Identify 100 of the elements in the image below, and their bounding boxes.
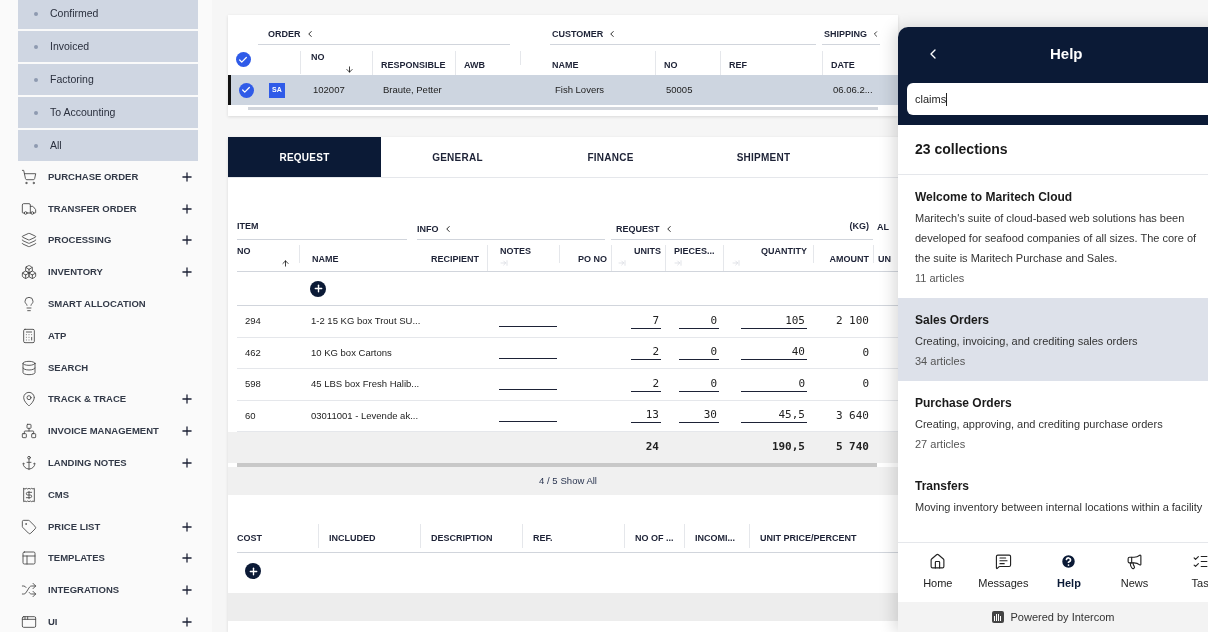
menu-item[interactable]: TEMPLATES xyxy=(48,551,105,566)
number-field[interactable]: 45,5 xyxy=(741,408,807,424)
home-icon xyxy=(929,553,947,571)
expand-icon[interactable] xyxy=(180,583,194,598)
collapse-icon[interactable] xyxy=(871,29,880,40)
nav-tab[interactable]: Tas xyxy=(1172,553,1208,592)
calculator-icon xyxy=(21,327,37,344)
header-text: DESCRIPTION xyxy=(431,533,493,543)
number-field[interactable]: 13 xyxy=(631,408,661,424)
table-cell-text: 5 740 xyxy=(834,439,870,456)
menu-item[interactable]: INVENTORY xyxy=(48,265,103,280)
nav-tab[interactable]: Home xyxy=(910,553,966,592)
table-cell-text: 03011001 - Levende ak... xyxy=(310,408,417,423)
number-field[interactable]: 30 xyxy=(679,408,719,424)
layout-icon xyxy=(21,550,37,567)
menu-item[interactable]: INTEGRATIONS xyxy=(48,583,120,598)
menu-item[interactable]: ATP xyxy=(48,328,67,343)
table-cell-text: 190,5 xyxy=(770,439,806,456)
header-text: NO OF ... xyxy=(635,533,674,543)
table-cell-text: 294 xyxy=(244,314,262,329)
table-cell-text: 102007 xyxy=(312,82,346,97)
bullet-icon xyxy=(34,77,38,82)
status-item[interactable]: All xyxy=(18,130,198,161)
anchor-icon xyxy=(21,455,37,472)
number-field[interactable]: 0 xyxy=(679,345,719,361)
megaphone-icon xyxy=(1126,553,1144,571)
table-cell-text: Fish Lovers xyxy=(554,82,606,97)
menu-item[interactable]: INVOICE MANAGEMENT xyxy=(48,424,159,439)
header-text: NO xyxy=(311,51,326,64)
sort-icon[interactable] xyxy=(281,258,290,268)
database-icon xyxy=(21,359,37,376)
help-title: Help xyxy=(1050,43,1083,64)
powered-by-text: Powered by Intercom xyxy=(1010,609,1115,625)
expand-icon[interactable] xyxy=(180,615,194,630)
collection-item[interactable]: Sales Orders Creating, invoicing, and crediting sales orders 34 articles xyxy=(898,298,1208,381)
menu-item[interactable]: LANDING NOTES xyxy=(48,455,127,471)
header-text: COST xyxy=(237,533,262,543)
number-field[interactable]: 2 xyxy=(631,345,661,361)
layers-icon xyxy=(21,232,37,249)
menu-item[interactable]: TRANSFER ORDER xyxy=(48,201,137,216)
expand-icon[interactable] xyxy=(180,201,194,216)
expand-icon[interactable] xyxy=(180,169,194,184)
search-field[interactable]: claims xyxy=(907,83,1208,115)
checkbox[interactable] xyxy=(238,82,254,98)
nav-tab[interactable]: Messages xyxy=(975,553,1032,592)
table-cell-text: 462 xyxy=(244,345,262,360)
number-field[interactable]: 0 xyxy=(679,376,719,392)
status-item[interactable]: Invoiced xyxy=(18,31,198,62)
menu-item[interactable]: SMART ALLOCATION xyxy=(48,296,146,312)
header-text: NO xyxy=(237,245,252,258)
menu-item[interactable]: CMS xyxy=(48,487,70,502)
table-cell-text: 24 xyxy=(644,439,660,456)
expand-icon[interactable] xyxy=(180,265,194,280)
checkbox[interactable] xyxy=(235,52,251,67)
app-window-icon xyxy=(21,614,37,631)
sort-icon[interactable] xyxy=(345,64,354,74)
menu-item[interactable]: PURCHASE ORDER xyxy=(48,169,139,184)
collection-description: Creating, approving, and crediting purchase orders xyxy=(915,417,1164,432)
table-cell-text: 60 xyxy=(244,408,257,423)
tab[interactable]: REQUEST xyxy=(228,137,381,177)
add-row-button[interactable] xyxy=(310,280,326,297)
expand-icon[interactable] xyxy=(180,424,194,439)
expand-icon[interactable] xyxy=(180,519,194,534)
menu-item[interactable]: SEARCH xyxy=(48,360,89,375)
header-text: DATE xyxy=(831,60,855,70)
cart-icon xyxy=(21,168,37,185)
header-text: AL xyxy=(877,222,889,232)
menu-item[interactable]: UI xyxy=(48,614,58,630)
nav-tab[interactable]: News xyxy=(1106,553,1163,592)
status-item[interactable]: To Accounting xyxy=(18,97,198,128)
plus-icon xyxy=(247,565,259,577)
collection-description: Moving inventory between internal locations within a facility xyxy=(915,500,1204,515)
expand-icon[interactable] xyxy=(180,392,194,407)
number-field[interactable]: 40 xyxy=(741,345,807,361)
status-item[interactable]: Factoring xyxy=(18,64,198,95)
tag-icon xyxy=(21,518,37,535)
receipt-icon xyxy=(21,486,37,503)
expand-icon[interactable] xyxy=(180,456,194,471)
number-field[interactable]: 0 xyxy=(741,376,807,392)
menu-item[interactable]: TRACK & TRACE xyxy=(48,392,127,407)
article-count: 34 articles xyxy=(915,354,967,369)
add-cost-button[interactable] xyxy=(245,563,261,579)
header-text: REQUEST xyxy=(616,222,660,236)
show-all-link[interactable]: Show All xyxy=(560,473,597,489)
collection-title: Transfers xyxy=(915,478,971,495)
truck-icon xyxy=(21,200,37,217)
number-field[interactable]: 2 xyxy=(631,376,661,392)
status-item[interactable]: Confirmed xyxy=(18,0,198,29)
header-text: (KG) xyxy=(849,221,869,231)
messages-icon xyxy=(994,553,1012,571)
plus-icon xyxy=(312,283,324,294)
menu-item[interactable]: PRICE LIST xyxy=(48,519,101,534)
header-text: QUANTITY xyxy=(761,245,807,258)
number-field[interactable]: 105 xyxy=(741,313,807,329)
expand-icon[interactable] xyxy=(180,233,194,248)
number-field[interactable]: 0 xyxy=(679,313,719,329)
menu-item[interactable]: PROCESSING xyxy=(48,233,112,248)
nav-tab[interactable]: Help xyxy=(1041,553,1097,592)
number-field[interactable]: 7 xyxy=(631,313,661,329)
expand-icon[interactable] xyxy=(180,551,194,566)
